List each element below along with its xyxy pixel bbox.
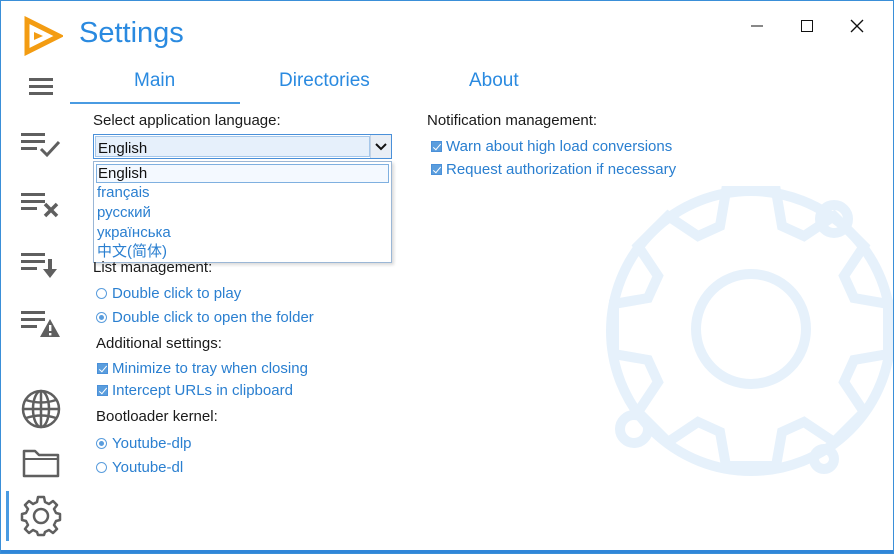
minimize-button[interactable] bbox=[734, 11, 780, 41]
globe-icon bbox=[21, 389, 61, 429]
radio-youtube-dl[interactable]: Youtube-dl bbox=[96, 459, 183, 476]
language-option-french[interactable]: français bbox=[96, 183, 389, 202]
language-option-russian[interactable]: русский bbox=[96, 203, 389, 222]
radio-label: Double click to play bbox=[112, 285, 242, 302]
minimize-icon bbox=[751, 25, 763, 27]
checkbox-label: Intercept URLs in clipboard bbox=[112, 382, 293, 399]
radio-label: Double click to open the folder bbox=[112, 309, 314, 326]
radio-youtube-dlp[interactable]: Youtube-dlp bbox=[96, 435, 192, 452]
radio-button[interactable] bbox=[96, 288, 107, 299]
sidebar-item-settings[interactable] bbox=[18, 493, 64, 539]
language-select-field: English bbox=[95, 136, 370, 157]
list-download-icon bbox=[21, 253, 57, 278]
language-select[interactable]: English bbox=[93, 134, 392, 159]
tab-directories[interactable]: Directories bbox=[279, 70, 370, 92]
gear-icon bbox=[20, 495, 62, 537]
maximize-icon bbox=[801, 20, 813, 32]
checkbox[interactable] bbox=[97, 385, 108, 396]
sidebar-item-downloads[interactable] bbox=[18, 241, 64, 287]
language-option-ukrainian[interactable]: українська bbox=[96, 223, 389, 242]
checkbox[interactable] bbox=[431, 141, 442, 152]
active-tab-indicator bbox=[70, 102, 240, 104]
additional-settings-label: Additional settings: bbox=[96, 335, 222, 352]
radio-button[interactable] bbox=[96, 462, 107, 473]
bootloader-label: Bootloader kernel: bbox=[96, 408, 218, 425]
checkbox-label: Minimize to tray when closing bbox=[112, 360, 308, 377]
sidebar-item-folder[interactable] bbox=[18, 439, 64, 485]
app-logo-icon bbox=[24, 16, 63, 56]
checkbox[interactable] bbox=[431, 164, 442, 175]
language-dropdown-button[interactable] bbox=[370, 135, 391, 158]
tab-main[interactable]: Main bbox=[134, 70, 175, 92]
background-gear-icon bbox=[606, 186, 893, 476]
list-management-label: List management: bbox=[93, 259, 213, 276]
notification-management-label: Notification management: bbox=[427, 112, 598, 129]
settings-window: Settings Main Directories About Select a… bbox=[0, 0, 894, 554]
radio-double-click-play[interactable]: Double click to play bbox=[96, 285, 241, 302]
checkbox-minimize-to-tray[interactable]: Minimize to tray when closing bbox=[97, 360, 308, 377]
checkbox-warn-high-load[interactable]: Warn about high load conversions bbox=[431, 138, 672, 155]
radio-double-click-open-folder[interactable]: Double click to open the folder bbox=[96, 309, 314, 326]
list-check-icon bbox=[21, 133, 61, 158]
radio-label: Youtube-dl bbox=[112, 459, 184, 476]
close-icon bbox=[850, 19, 864, 33]
close-button[interactable] bbox=[834, 11, 880, 41]
sidebar-item-completed[interactable] bbox=[18, 121, 64, 167]
checkbox-label: Request authorization if necessary bbox=[446, 161, 677, 178]
checkbox-label: Warn about high load conversions bbox=[446, 138, 673, 155]
list-remove-icon bbox=[21, 193, 59, 218]
language-dropdown-list: English français русский українська 中文(简… bbox=[93, 161, 392, 263]
tab-about[interactable]: About bbox=[469, 70, 519, 92]
radio-label: Youtube-dlp bbox=[112, 435, 192, 452]
window-title: Settings bbox=[79, 17, 184, 49]
language-selected-value: English bbox=[98, 140, 148, 157]
chevron-down-icon bbox=[375, 142, 387, 150]
radio-button[interactable] bbox=[96, 312, 107, 323]
folder-icon bbox=[22, 449, 60, 478]
language-option-english[interactable]: English bbox=[96, 164, 389, 183]
checkbox[interactable] bbox=[97, 363, 108, 374]
sidebar-item-errors[interactable] bbox=[18, 299, 64, 345]
menu-icon bbox=[29, 78, 53, 95]
sidebar-item-removed[interactable] bbox=[18, 181, 64, 227]
radio-button[interactable] bbox=[96, 438, 107, 449]
checkbox-intercept-urls[interactable]: Intercept URLs in clipboard bbox=[97, 382, 293, 399]
window-bottom-border bbox=[1, 550, 893, 553]
checkbox-request-authorization[interactable]: Request authorization if necessary bbox=[431, 161, 676, 178]
sidebar-item-language[interactable] bbox=[18, 386, 64, 432]
maximize-button[interactable] bbox=[784, 11, 830, 41]
sidebar-active-indicator bbox=[6, 491, 9, 541]
sidebar-item-menu[interactable] bbox=[18, 63, 64, 109]
language-label: Select application language: bbox=[93, 112, 281, 129]
list-warning-icon bbox=[21, 311, 60, 337]
